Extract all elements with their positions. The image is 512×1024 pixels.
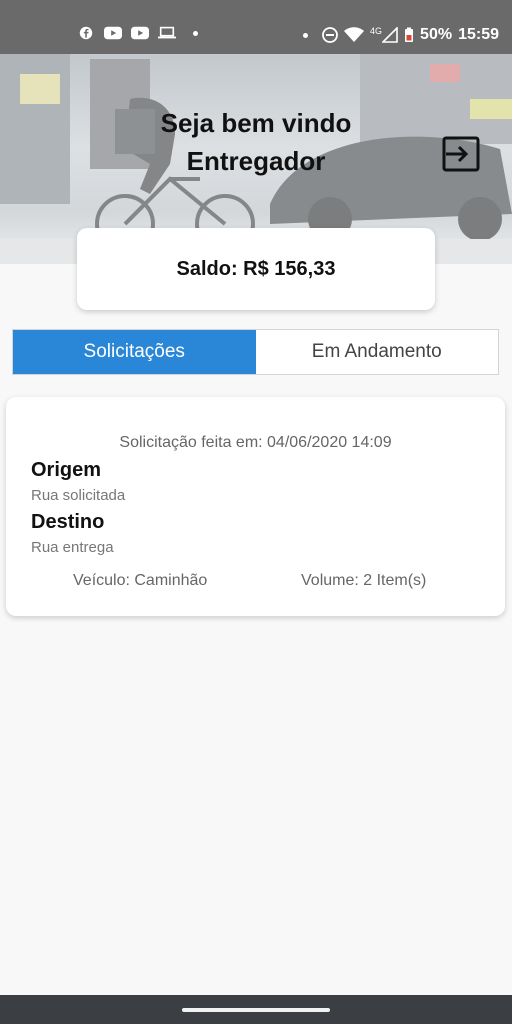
do-not-disturb-icon: [322, 27, 338, 43]
home-gesture-handle[interactable]: [182, 1008, 330, 1012]
facebook-icon: [79, 26, 93, 40]
balance-card: Saldo: R$ 156,33: [77, 228, 435, 310]
network-type: 4G: [370, 26, 383, 36]
signal-icon: [382, 27, 398, 43]
notification-dot: [303, 32, 309, 38]
origin-label: Origem: [31, 459, 102, 481]
welcome-title: Seja bem vindo Entregador: [100, 104, 412, 180]
notification-dot: [193, 30, 198, 36]
destination-label: Destino: [31, 511, 105, 533]
vehicle-info: Veículo: Caminhão: [73, 572, 208, 589]
tab-solicitacoes[interactable]: Solicitações: [13, 330, 256, 374]
exit-to-app-icon: [442, 136, 480, 172]
clock: 15:59: [458, 26, 499, 43]
battery-percent: 50%: [420, 26, 453, 43]
status-bar: 4G 50% 15:59: [0, 0, 512, 54]
wifi-icon: [344, 27, 365, 42]
youtube-icon: [131, 26, 149, 40]
tab-em-andamento[interactable]: Em Andamento: [255, 330, 498, 374]
tab-bar: Solicitações Em Andamento: [12, 329, 499, 375]
destination-value: Rua entrega: [31, 539, 114, 556]
system-nav-bar: [0, 995, 512, 1024]
request-card[interactable]: Solicitação feita em: 04/06/2020 14:09 O…: [6, 397, 505, 616]
balance-amount: Saldo: R$ 156,33: [176, 257, 336, 280]
battery-icon: [405, 27, 414, 42]
welcome-title-line1: Seja bem vindo: [160, 108, 352, 138]
logout-button[interactable]: [442, 136, 482, 174]
system-icons: 4G 50% 15:59: [303, 26, 499, 44]
request-date: Solicitação feita em: 04/06/2020 14:09: [119, 434, 392, 451]
origin-value: Rua solicitada: [31, 487, 126, 504]
welcome-title-line2: Entregador: [186, 146, 326, 176]
youtube-icon: [104, 26, 122, 40]
volume-info: Volume: 2 Item(s): [301, 572, 427, 589]
laptop-icon: [158, 26, 176, 39]
notification-icons: [77, 26, 198, 40]
